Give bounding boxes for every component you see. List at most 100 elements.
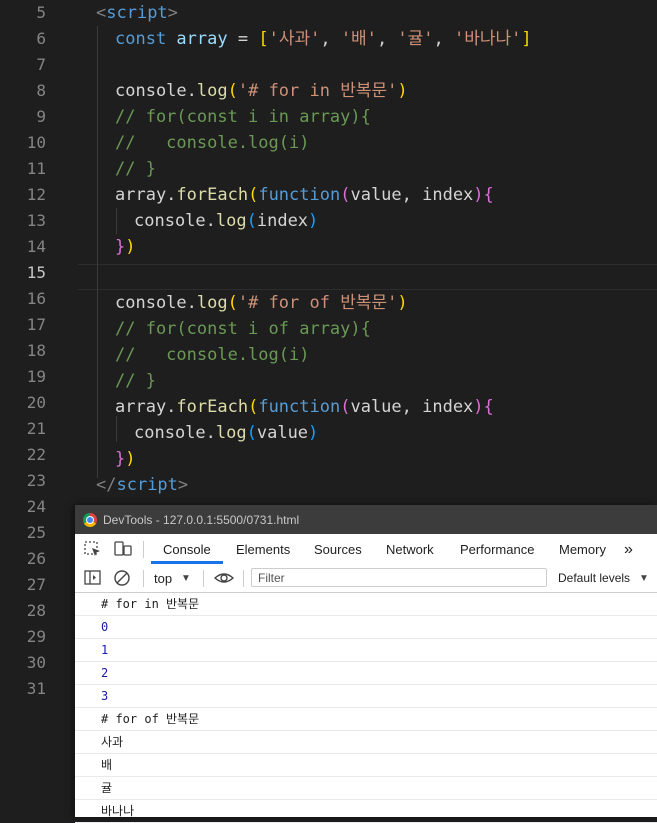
line-number: 14 xyxy=(26,237,46,256)
indent-guide xyxy=(97,26,98,478)
bracket: ( xyxy=(246,423,257,443)
keyword: const xyxy=(115,29,167,49)
line-number: 10 xyxy=(26,133,46,152)
filter-input[interactable] xyxy=(251,568,547,587)
line-number: 6 xyxy=(36,29,46,48)
toolbar-divider xyxy=(143,541,144,558)
console-message: 1 xyxy=(75,639,657,662)
line-number: 18 xyxy=(26,341,46,360)
object: console. xyxy=(115,293,197,313)
variable: array xyxy=(166,29,238,49)
context-selector[interactable]: top xyxy=(154,565,172,592)
console-message: # for in 반복문 xyxy=(75,593,657,616)
object: array. xyxy=(115,185,177,205)
console-message: 2 xyxy=(75,662,657,685)
code-line-13: console.log(index) xyxy=(134,208,318,234)
line-number: 22 xyxy=(26,445,46,464)
console-message: 배 xyxy=(75,754,657,777)
argument: index xyxy=(256,211,309,231)
code-line-23: </script> xyxy=(96,472,188,498)
argument: value xyxy=(256,423,309,443)
code-line-17: // for(const i of array){ xyxy=(115,319,371,339)
string: '배' xyxy=(340,29,377,49)
dropdown-arrow-icon[interactable]: ▼ xyxy=(181,565,191,592)
bracket: ( xyxy=(248,397,259,417)
line-number: 21 xyxy=(26,419,46,438)
tag-open-bracket: < xyxy=(96,3,107,23)
console-message: 사과 xyxy=(75,731,657,754)
chrome-icon xyxy=(83,512,97,527)
object: array. xyxy=(115,397,177,417)
line-number: 30 xyxy=(26,653,46,672)
bracket: } xyxy=(115,449,126,469)
bracket: ( xyxy=(227,293,238,313)
device-toolbar-icon[interactable] xyxy=(113,540,133,558)
bracket: ) xyxy=(397,293,408,313)
bracket: ( xyxy=(340,185,351,205)
dropdown-arrow-icon[interactable]: ▼ xyxy=(639,565,649,592)
line-number: 26 xyxy=(26,549,46,568)
current-line-highlight xyxy=(78,264,657,290)
devtools-app-name: DevTools xyxy=(103,512,153,527)
log-levels-dropdown[interactable]: Default levels xyxy=(558,565,630,592)
bracket: ) xyxy=(308,423,319,443)
tag-close-bracket: > xyxy=(167,3,178,23)
bracket: ) xyxy=(125,237,136,257)
line-number: 19 xyxy=(26,367,46,386)
comma: , xyxy=(433,29,455,49)
eye-icon[interactable] xyxy=(213,569,235,587)
console-message: 0 xyxy=(75,616,657,639)
line-number: 13 xyxy=(26,211,46,230)
line-number: 23 xyxy=(26,471,46,490)
line-number: 16 xyxy=(26,289,46,308)
line-number: 9 xyxy=(36,107,46,126)
code-line-5: <script> xyxy=(96,0,178,26)
tab-network[interactable]: Network xyxy=(386,534,434,565)
line-number: 25 xyxy=(26,523,46,542)
bracket: ( xyxy=(246,211,257,231)
line-number: 20 xyxy=(26,393,46,412)
code-line-9: // for(const i in array){ xyxy=(115,107,371,127)
comma: , xyxy=(320,29,341,49)
operator: = xyxy=(237,29,259,49)
function-name: log xyxy=(215,423,247,443)
clear-console-icon[interactable] xyxy=(113,569,133,587)
tag-name: script xyxy=(116,475,178,495)
code-line-12: array.forEach(function(value, index){ xyxy=(115,182,494,208)
line-number: 12 xyxy=(26,185,46,204)
line-number: 29 xyxy=(26,627,46,646)
object: console. xyxy=(115,81,197,101)
string: '바나나' xyxy=(454,29,522,49)
devtools-titlebar[interactable]: DevTools - 127.0.0.1:5500/0731.html xyxy=(75,505,657,534)
tab-memory[interactable]: Memory xyxy=(559,534,606,565)
function-name: log xyxy=(215,211,247,231)
bracket: ( xyxy=(227,81,238,101)
console-messages: # for in 반복문 0 1 2 3 # for of 반복문 사과 배 귤… xyxy=(75,593,657,823)
keyword: function xyxy=(258,185,341,205)
string: '# for in 반복문' xyxy=(237,81,398,101)
code-line-19: // } xyxy=(115,371,156,391)
bracket: ) xyxy=(308,211,319,231)
code-line-18: // console.log(i) xyxy=(115,345,310,365)
sidebar-toggle-icon[interactable] xyxy=(83,569,103,587)
line-number: 28 xyxy=(26,601,46,620)
tab-sources[interactable]: Sources xyxy=(314,534,362,565)
bracket: { xyxy=(483,397,494,417)
more-tabs-icon[interactable]: » xyxy=(624,534,633,565)
inspect-element-icon[interactable] xyxy=(83,540,103,558)
code-line-22: }) xyxy=(115,446,136,472)
bracket: ) xyxy=(397,81,408,101)
code-line-14: }) xyxy=(115,234,136,260)
console-message: 바나나 xyxy=(75,800,657,823)
tag-name: script xyxy=(106,3,168,23)
function-name: log xyxy=(196,293,228,313)
devtools-window[interactable]: DevTools - 127.0.0.1:5500/0731.html Cons… xyxy=(75,505,657,823)
tab-performance[interactable]: Performance xyxy=(460,534,534,565)
toolbar-divider xyxy=(243,570,244,587)
tab-elements[interactable]: Elements xyxy=(236,534,290,565)
line-number: 15 xyxy=(26,263,46,282)
tag-close-bracket: > xyxy=(177,475,189,495)
function-name: forEach xyxy=(176,185,249,205)
code-line-16: console.log('# for of 반복문') xyxy=(115,290,408,316)
bracket: ( xyxy=(248,185,259,205)
